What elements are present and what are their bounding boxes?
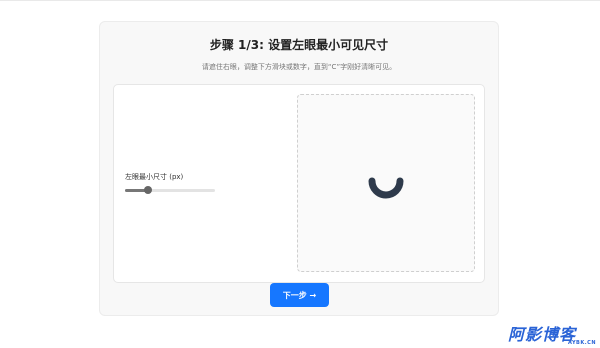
size-slider[interactable] [125,186,215,196]
watermark-brand: 阿影博客 [508,325,577,344]
page-title: 步骤 1/3: 设置左眼最小可见尺寸 [209,38,389,52]
slider-thumb[interactable] [144,186,153,194]
next-step-button[interactable]: 下一步 → [270,283,329,307]
optotype-preview [297,94,475,272]
test-card: 步骤 1/3: 设置左眼最小可见尺寸 请遮住右眼，调整下方滑块或数字，直到“C”… [99,21,499,316]
instruction-text: 请遮住右眼，调整下方滑块或数字，直到“C”字刚好清晰可见。 [201,63,397,71]
top-divider [0,0,600,1]
watermark-url: AYBK.CN [568,340,596,346]
control-panel: 左眼最小尺寸 (px) [113,84,485,283]
landolt-c-icon [368,177,404,199]
size-slider-label: 左眼最小尺寸 (px) [125,173,184,181]
watermark-logo: 阿影博客 AYBK.CN [508,325,598,347]
